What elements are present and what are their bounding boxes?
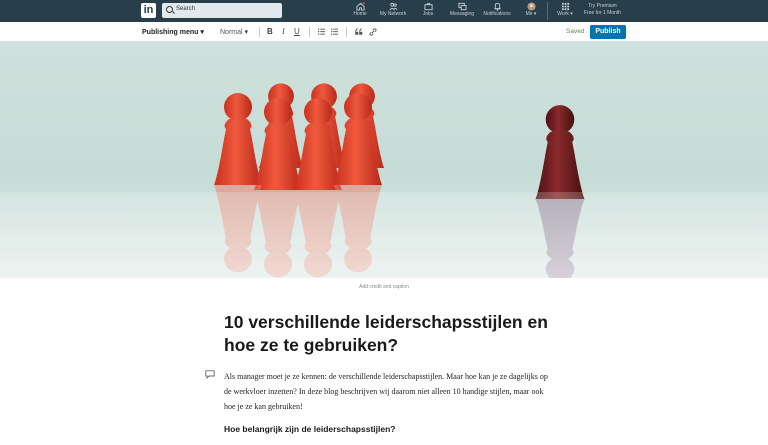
- bell-icon: [493, 2, 501, 11]
- linkedin-logo[interactable]: in: [141, 3, 156, 18]
- nav-notifications[interactable]: Notifications: [480, 2, 514, 20]
- underline-button[interactable]: U: [294, 27, 300, 36]
- top-navigation: in Search Home My Network Jobs Messaging…: [0, 0, 768, 22]
- nav-home-label: Home: [353, 11, 367, 17]
- link-icon[interactable]: [369, 28, 377, 36]
- nav-work-label: Work ▾: [557, 11, 573, 17]
- nav-my-network[interactable]: My Network: [377, 2, 409, 20]
- chevron-down-icon: ▾: [244, 29, 249, 36]
- cover-image[interactable]: [0, 42, 768, 278]
- nav-jobs-label: Jobs: [422, 11, 434, 17]
- save-status: Saved: [566, 28, 585, 35]
- publish-button[interactable]: Publish: [590, 25, 626, 39]
- pawns-illustration: [0, 83, 768, 278]
- search-icon: [166, 6, 173, 13]
- article-subheading[interactable]: Hoe belangrijk zijn de leiderschapsstijl…: [224, 424, 395, 434]
- nav-divider: [547, 2, 548, 20]
- toolbar-divider: [346, 27, 347, 37]
- nav-me-label: Me ▾: [525, 11, 537, 17]
- search-input[interactable]: Search: [162, 3, 282, 18]
- bulleted-list-icon[interactable]: [331, 28, 338, 35]
- home-icon: [355, 2, 365, 11]
- nav-work[interactable]: Work ▾: [554, 2, 576, 20]
- network-icon: [389, 2, 397, 11]
- bold-button[interactable]: B: [267, 27, 273, 36]
- italic-button[interactable]: I: [282, 27, 285, 36]
- nav-home[interactable]: Home: [351, 2, 369, 20]
- premium-line-1: Try Premium: [588, 3, 617, 9]
- quote-icon[interactable]: [355, 28, 363, 35]
- search-placeholder: Search: [176, 6, 196, 12]
- grid-icon: [561, 2, 569, 11]
- nav-messaging[interactable]: Messaging: [448, 2, 476, 20]
- nav-me[interactable]: Me ▾: [521, 2, 541, 20]
- nav-jobs[interactable]: Jobs: [419, 2, 437, 20]
- numbered-list-icon[interactable]: [318, 28, 325, 35]
- image-caption-prompt[interactable]: Add credit and caption: [0, 284, 768, 290]
- text-style-dropdown[interactable]: Normal ▾: [220, 28, 248, 36]
- nav-messaging-label: Messaging: [449, 11, 475, 17]
- avatar: [526, 2, 536, 11]
- editor-toolbar: Publishing menu ▾ Normal ▾ B I U Saved P…: [0, 22, 768, 42]
- premium-line-2: Free for 1 Month: [584, 10, 621, 16]
- text-style-label: Normal: [220, 29, 243, 36]
- article-title[interactable]: 10 verschillende leiderschapsstijlen en …: [224, 311, 554, 357]
- try-premium-link[interactable]: Try Premium Free for 1 Month: [584, 3, 621, 17]
- chevron-down-icon: ▾: [200, 29, 204, 36]
- messaging-icon: [457, 2, 467, 11]
- publishing-menu-dropdown[interactable]: Publishing menu ▾: [142, 28, 204, 36]
- publishing-menu-label: Publishing menu: [142, 29, 199, 36]
- comment-icon[interactable]: [205, 370, 215, 379]
- nav-my-network-label: My Network: [379, 11, 407, 17]
- briefcase-icon: [423, 2, 433, 11]
- article-intro-paragraph[interactable]: Als manager moet je ze kennen: de versch…: [224, 369, 550, 414]
- toolbar-divider: [309, 27, 310, 37]
- nav-notifications-label: Notifications: [483, 11, 511, 17]
- toolbar-divider: [259, 27, 260, 37]
